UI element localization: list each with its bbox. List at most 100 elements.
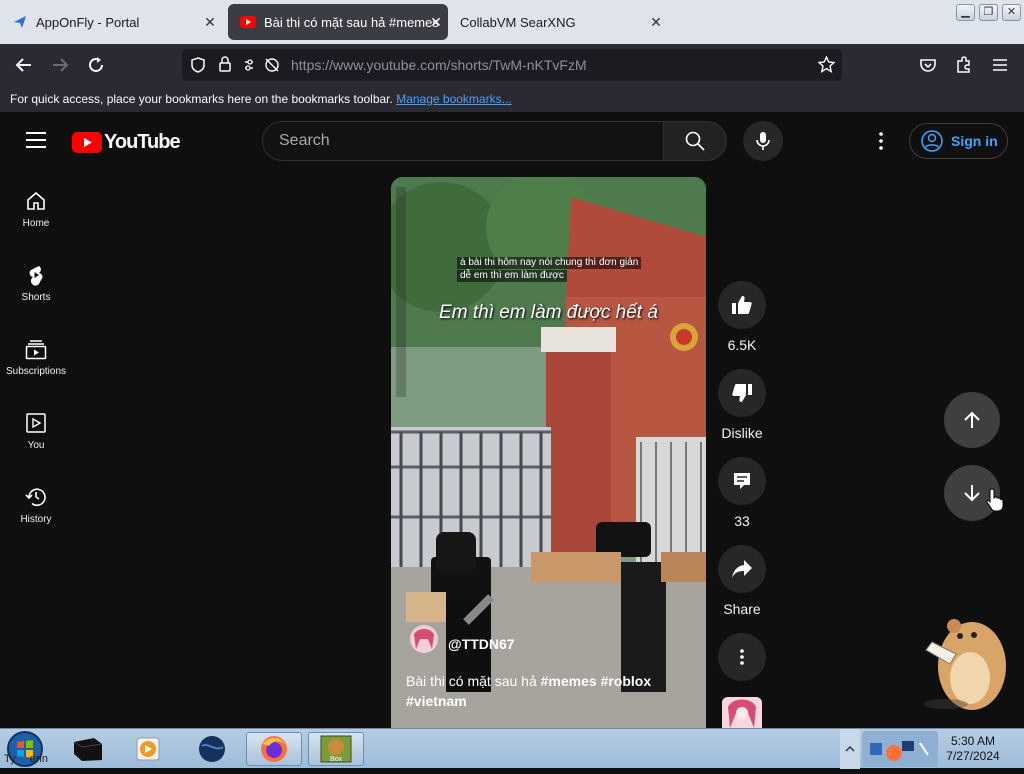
search-fragment: Ty erin bbox=[4, 753, 48, 765]
sidebar-item-label: Shorts bbox=[21, 292, 51, 303]
arrow-right-icon bbox=[53, 58, 69, 72]
close-window-button[interactable]: ✕ bbox=[1002, 4, 1021, 21]
close-icon[interactable]: ✕ bbox=[428, 14, 444, 30]
comment-icon bbox=[734, 473, 750, 489]
arrow-up-icon bbox=[964, 411, 980, 428]
channel-handle[interactable]: @TTDN67 bbox=[448, 636, 515, 652]
taskbar-media-player[interactable] bbox=[120, 732, 176, 766]
bookmarks-toolbar: For quick access, place your bookmarks h… bbox=[0, 86, 1024, 112]
svg-text:Box: Box bbox=[330, 756, 343, 763]
tray-expand-button[interactable] bbox=[840, 729, 860, 769]
taskbar-firefox[interactable] bbox=[246, 732, 302, 766]
sign-in-button[interactable]: Sign in bbox=[909, 123, 1008, 159]
subscriptions-icon bbox=[25, 340, 47, 360]
history-icon bbox=[25, 488, 46, 507]
video-caption: Em thì em làm được hết á bbox=[439, 302, 658, 323]
tab-title: Bài thi có mặt sau hả #memes #roblox bbox=[264, 14, 438, 30]
close-icon[interactable]: ✕ bbox=[648, 14, 664, 30]
settings-menu-button[interactable] bbox=[873, 131, 889, 156]
hamster-desktop-pet[interactable] bbox=[910, 606, 1010, 716]
title-hashtags[interactable]: #vietnam bbox=[406, 693, 467, 709]
dislike-button[interactable]: Dislike bbox=[718, 369, 766, 441]
bookmarks-message: For quick access, place your bookmarks h… bbox=[10, 92, 393, 106]
box-app-icon: Box bbox=[320, 735, 352, 763]
microphone-icon bbox=[756, 132, 770, 150]
title-hashtags[interactable]: #memes #roblox bbox=[541, 673, 652, 689]
menu-button[interactable] bbox=[986, 52, 1014, 78]
permissions-icon[interactable] bbox=[244, 57, 282, 78]
guide-menu-button[interactable] bbox=[26, 132, 46, 153]
sidebar-item-you[interactable]: You bbox=[0, 412, 72, 451]
sidebar-item-history[interactable]: History bbox=[0, 486, 72, 525]
back-button[interactable] bbox=[10, 52, 38, 78]
reload-button[interactable] bbox=[82, 52, 110, 78]
thumbs-down-icon bbox=[732, 384, 752, 402]
forward-button[interactable] bbox=[46, 52, 74, 78]
extensions-button[interactable] bbox=[950, 52, 978, 78]
tab-youtube-short[interactable]: Bài thi có mặt sau hả #memes #roblox ✕ bbox=[228, 4, 448, 40]
black-box-icon bbox=[73, 738, 103, 761]
search-icon bbox=[685, 131, 705, 151]
sidebar-item-label: Subscriptions bbox=[5, 366, 67, 377]
account-icon bbox=[921, 130, 943, 152]
thumbs-up-icon bbox=[732, 296, 752, 314]
sidebar-item-home[interactable]: Home bbox=[0, 190, 72, 229]
tray-status-icons bbox=[870, 741, 929, 761]
taskbar-box-app[interactable]: Box bbox=[308, 732, 364, 766]
comment-count: 33 bbox=[734, 513, 750, 529]
masthead: YouTube Search Sign in bbox=[0, 112, 1024, 170]
youtube-logo[interactable]: YouTube bbox=[72, 131, 181, 154]
more-vertical-icon bbox=[740, 649, 744, 665]
home-icon bbox=[27, 191, 45, 210]
taskbar-terminal[interactable] bbox=[60, 732, 116, 766]
sound-avatar-thumbnail[interactable] bbox=[722, 697, 762, 728]
pocket-button[interactable] bbox=[914, 52, 942, 78]
you-icon bbox=[26, 413, 46, 433]
shield-icon[interactable] bbox=[190, 57, 206, 78]
maximize-button[interactable]: ❐ bbox=[979, 4, 998, 21]
start-button[interactable] bbox=[4, 730, 46, 773]
url-text[interactable]: https://www.youtube.com/shorts/TwM-nKTvF… bbox=[291, 57, 587, 73]
taskbar-globe[interactable] bbox=[184, 732, 240, 766]
system-clock[interactable]: 5:30 AM 7/27/2024 bbox=[940, 734, 1006, 764]
share-label: Share bbox=[723, 601, 761, 617]
send-icon bbox=[12, 14, 28, 30]
comments-button[interactable]: 33 bbox=[718, 457, 766, 529]
tab-searxng[interactable]: CollabVM SearXNG ✕ bbox=[448, 4, 668, 40]
puzzle-icon bbox=[957, 56, 970, 73]
short-video-player[interactable]: à bài thi hôm nay nói chung thì đơn giản… bbox=[391, 177, 706, 730]
title-text: Bài thi có mặt sau hả bbox=[406, 673, 537, 689]
search-input[interactable]: Search bbox=[262, 121, 664, 161]
sidebar-item-label: History bbox=[20, 514, 52, 525]
tab-apponfly[interactable]: AppOnFly - Portal ✕ bbox=[0, 4, 222, 40]
like-count: 6.5K bbox=[727, 337, 757, 353]
manage-bookmarks-link[interactable]: Manage bookmarks... bbox=[396, 92, 511, 106]
youtube-play-icon bbox=[72, 132, 102, 153]
tray-icons[interactable] bbox=[862, 731, 938, 767]
media-player-icon bbox=[136, 737, 160, 761]
tab-title: CollabVM SearXNG bbox=[460, 14, 576, 30]
voice-search-button[interactable] bbox=[743, 121, 783, 161]
close-icon[interactable]: ✕ bbox=[202, 14, 218, 30]
like-button[interactable]: 6.5K bbox=[718, 281, 766, 353]
share-icon bbox=[732, 560, 752, 578]
arrow-left-icon bbox=[15, 58, 31, 72]
hamburger-icon bbox=[26, 132, 46, 148]
clock-date: 7/27/2024 bbox=[946, 749, 1000, 763]
more-actions-button[interactable] bbox=[718, 633, 766, 689]
sidebar-item-subscriptions[interactable]: Subscriptions bbox=[0, 338, 72, 377]
bookmark-star-icon[interactable] bbox=[817, 55, 836, 78]
share-button[interactable]: Share bbox=[718, 545, 766, 617]
lock-icon[interactable] bbox=[218, 56, 232, 78]
search-button[interactable] bbox=[663, 121, 727, 161]
browser-tab-bar: AppOnFly - Portal ✕ Bài thi có mặt sau h… bbox=[0, 0, 1024, 44]
minimize-button[interactable]: ▁ bbox=[956, 4, 975, 21]
sign-in-label: Sign in bbox=[951, 133, 998, 149]
tab-title: AppOnFly - Portal bbox=[36, 14, 140, 30]
youtube-icon bbox=[240, 14, 256, 30]
hand-cursor-icon bbox=[986, 488, 1004, 517]
url-bar[interactable]: https://www.youtube.com/shorts/TwM-nKTvF… bbox=[182, 49, 842, 81]
previous-short-button[interactable] bbox=[944, 392, 1000, 448]
sidebar-item-shorts[interactable]: Shorts bbox=[0, 264, 72, 303]
short-title[interactable]: Bài thi có mặt sau hả #memes #roblox #vi… bbox=[406, 671, 696, 711]
